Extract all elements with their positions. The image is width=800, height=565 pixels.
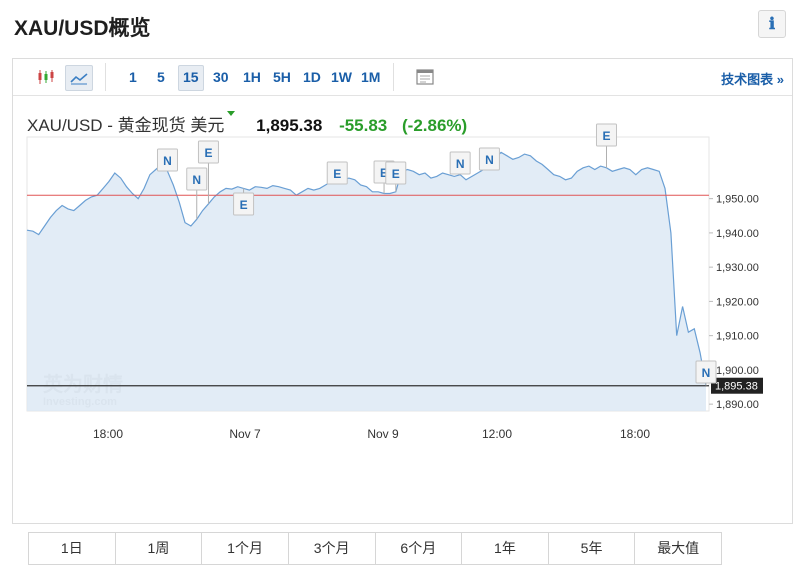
info-icon: ℹ <box>768 14 776 33</box>
period-button[interactable]: 1年 <box>462 533 549 564</box>
y-tick-label: 1,940.00 <box>716 228 759 240</box>
news-marker[interactable]: N <box>449 151 471 175</box>
y-tick-label: 1,950.00 <box>716 194 759 206</box>
info-button[interactable]: ℹ <box>758 10 786 38</box>
x-tick-label: 18:00 <box>620 427 650 441</box>
svg-text:E: E <box>204 146 212 160</box>
period-button[interactable]: 3个月 <box>289 533 376 564</box>
period-button[interactable]: 1个月 <box>202 533 289 564</box>
period-button[interactable]: 1日 <box>29 533 116 564</box>
y-tick-label: 1,920.00 <box>716 296 759 308</box>
svg-text:N: N <box>702 366 711 380</box>
period-button[interactable]: 1周 <box>116 533 203 564</box>
period-button[interactable]: 6个月 <box>376 533 463 564</box>
price-chart[interactable]: 英为财情Investing.com1,890.001,900.001,910.0… <box>13 59 792 523</box>
svg-text:N: N <box>485 153 494 167</box>
page-title: XAU/USD概览 <box>14 17 151 40</box>
y-tick-label: 1,910.00 <box>716 331 759 343</box>
svg-text:E: E <box>392 167 400 181</box>
price-area-fill <box>27 152 706 411</box>
svg-text:N: N <box>192 173 201 187</box>
event-marker[interactable]: E <box>326 161 348 185</box>
x-tick-label: 18:00 <box>93 427 123 441</box>
x-tick-label: Nov 9 <box>367 427 399 441</box>
period-button[interactable]: 5年 <box>549 533 636 564</box>
news-marker[interactable]: N <box>156 148 178 172</box>
svg-text:E: E <box>240 198 248 212</box>
news-marker[interactable]: N <box>478 147 500 171</box>
period-button[interactable]: 最大值 <box>635 533 721 564</box>
period-selector: 1日 1周 1个月 3个月 6个月 1年 5年 最大值 <box>28 532 722 565</box>
y-tick-label: 1,890.00 <box>716 399 759 411</box>
chart-panel: 1 5 15 30 1H 5H 1D 1W 1M 技术图表 » XAU/USD - 黄金现货 美… <box>12 58 793 565</box>
svg-text:N: N <box>163 154 172 168</box>
current-price-tag-label: 1,895.38 <box>715 381 758 393</box>
y-tick-label: 1,930.00 <box>716 262 759 274</box>
svg-text:N: N <box>456 157 465 171</box>
x-tick-label: 12:00 <box>482 427 512 441</box>
x-tick-label: Nov 7 <box>229 427 261 441</box>
news-marker[interactable]: N <box>695 360 717 386</box>
svg-text:E: E <box>602 129 610 143</box>
svg-text:E: E <box>333 167 341 181</box>
y-tick-label: 1,900.00 <box>716 365 759 377</box>
